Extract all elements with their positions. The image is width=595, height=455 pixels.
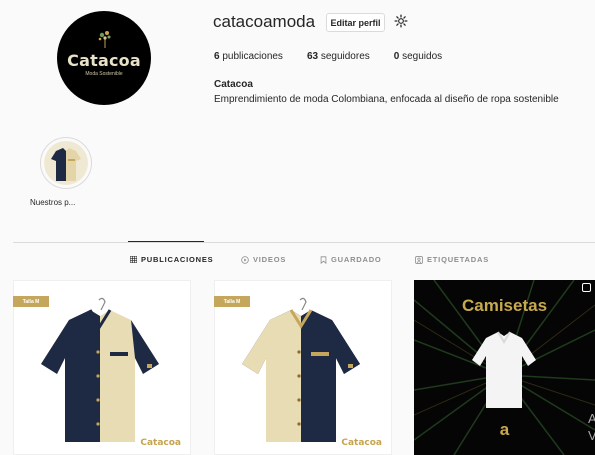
gear-icon[interactable]: [394, 14, 408, 28]
post-caption-letter: a: [499, 420, 510, 439]
tab-publicaciones[interactable]: PUBLICACIONES: [130, 255, 214, 264]
profile-avatar[interactable]: Catacoa Moda Sostenible: [57, 11, 151, 105]
post-thumbnail-2[interactable]: Talla M Catacoa: [214, 280, 392, 455]
tag-icon: [415, 255, 423, 264]
size-tag: Talla M: [13, 296, 49, 307]
plant-logo-icon: [98, 31, 111, 48]
tab-videos[interactable]: VIDEOS: [241, 255, 286, 264]
post-title: Camisetas: [461, 296, 548, 315]
avatar-tagline: Moda Sostenible: [85, 71, 123, 77]
tabs-divider: [13, 242, 595, 243]
post-thumbnail-1[interactable]: Talla M Catacoa: [13, 280, 191, 455]
bookmark-icon: [320, 255, 327, 264]
tab-etiquetadas[interactable]: ETIQUETADAS: [415, 255, 489, 264]
edit-profile-button[interactable]: Editar perfil: [326, 13, 385, 32]
avatar-brand: Catacoa: [67, 51, 141, 70]
highlight-ring: [40, 137, 92, 189]
profile-full-name: Catacoa: [214, 79, 253, 90]
highlight-thumbnail: [44, 141, 88, 185]
stat-followers[interactable]: 63 seguidores: [307, 51, 370, 62]
profile-username: catacoamoda: [213, 12, 316, 31]
tab-guardado[interactable]: GUARDADO: [320, 255, 382, 264]
post-brand: Catacoa: [140, 438, 181, 448]
shirt-image-navy-left: [41, 297, 159, 442]
stat-posts: 6 publicaciones: [214, 51, 283, 62]
story-highlight[interactable]: Nuestros p...: [30, 137, 94, 207]
shirt-image-cream-left: [242, 297, 360, 442]
size-tag: Talla M: [214, 296, 250, 307]
profile-stats: 6 publicaciones 63 seguidores 0 seguidos: [214, 51, 466, 62]
stat-following[interactable]: 0 seguidos: [394, 51, 442, 62]
profile-tabs: PUBLICACIONES VIDEOS GUARDADO ETIQUETADA…: [0, 255, 595, 267]
post-thumbnail-3[interactable]: Camisetas a AV: [414, 280, 595, 455]
play-icon: [241, 255, 249, 264]
grid-icon: [130, 256, 137, 263]
highlight-label: Nuestros p...: [30, 198, 76, 207]
post-side-text: AV: [588, 411, 595, 443]
profile-bio: Emprendimiento de moda Colombiana, enfoc…: [214, 94, 559, 105]
shirt-thumbnail-icon: [44, 141, 88, 185]
post-brand: Catacoa: [341, 438, 382, 448]
active-tab-indicator: [128, 241, 204, 242]
carousel-icon: [582, 283, 591, 292]
